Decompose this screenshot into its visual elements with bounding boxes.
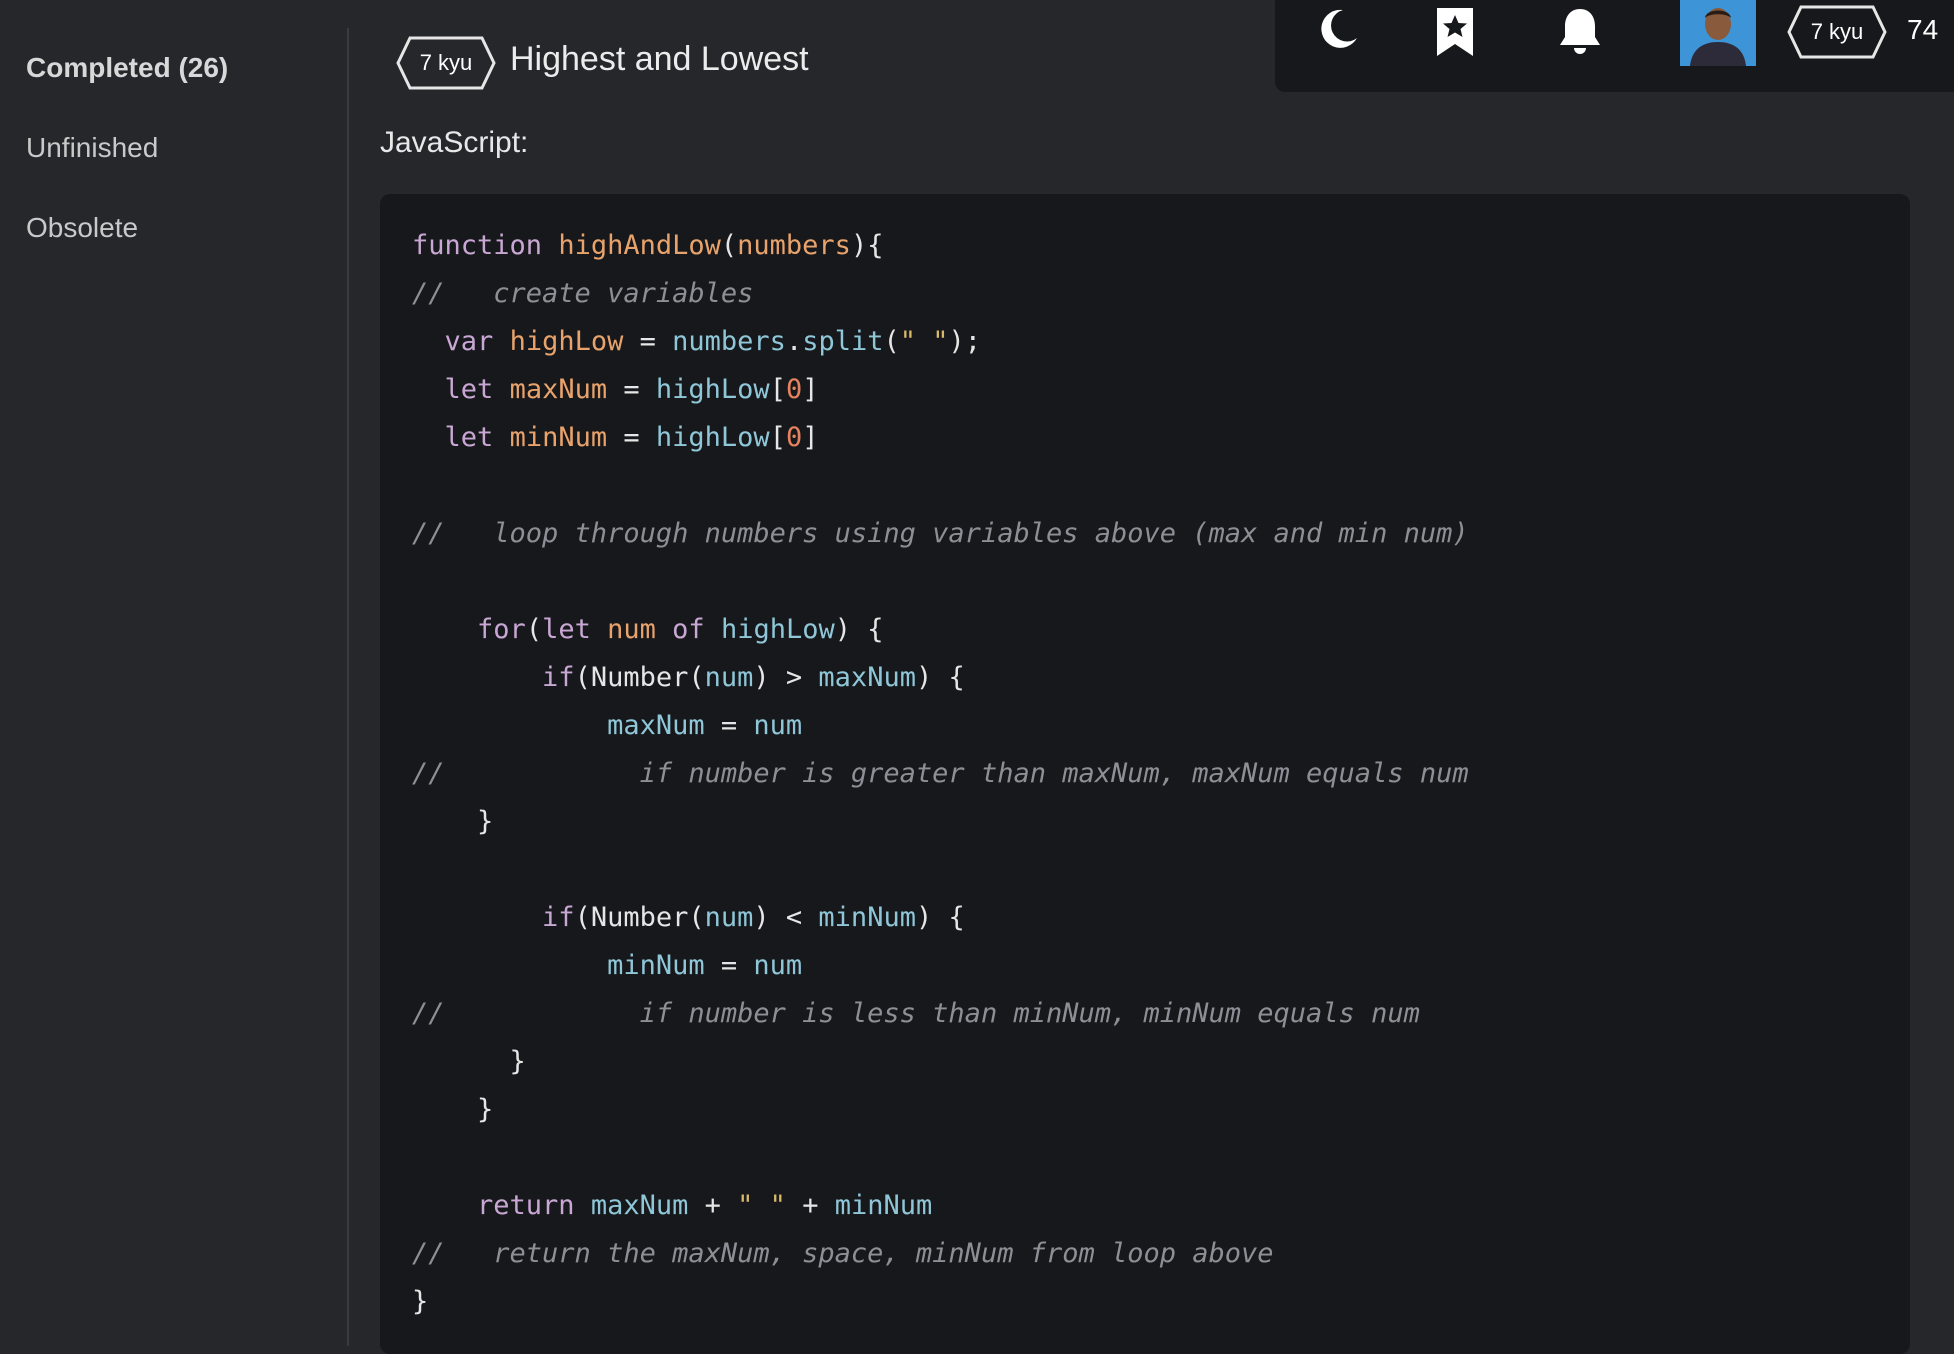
code-line: let maxNum = highLow[0] bbox=[444, 374, 819, 405]
sidebar-item-obsolete[interactable]: Obsolete bbox=[26, 212, 138, 244]
code-line: if(Number(num) < minNum) { bbox=[542, 902, 965, 933]
code-line: let minNum = highLow[0] bbox=[444, 422, 819, 453]
kata-rank-badge: 7 kyu bbox=[396, 36, 496, 90]
code-line: minNum = num bbox=[607, 950, 803, 981]
moon-icon[interactable] bbox=[1315, 6, 1361, 57]
bookmark-star-icon[interactable] bbox=[1435, 6, 1475, 63]
sidebar-item-unfinished[interactable]: Unfinished bbox=[26, 132, 158, 164]
code-line: // if number is greater than maxNum, max… bbox=[412, 758, 1469, 789]
code-block: function highAndLow(numbers){ // create v… bbox=[380, 194, 1910, 1354]
code-line: // create variables bbox=[412, 278, 754, 309]
top-nav-bar: 7 kyu 74 bbox=[1275, 0, 1954, 92]
code-line: if(Number(num) > maxNum) { bbox=[542, 662, 965, 693]
kata-rank-label: 7 kyu bbox=[419, 50, 473, 75]
code-content: function highAndLow(numbers){ // create v… bbox=[412, 222, 1469, 1326]
code-line: return maxNum + " " + minNum bbox=[477, 1190, 933, 1221]
code-line: for(let num of highLow) { bbox=[477, 614, 884, 645]
kata-title[interactable]: Highest and Lowest bbox=[510, 40, 809, 79]
language-label: JavaScript: bbox=[380, 126, 529, 159]
code-line: } bbox=[412, 1046, 526, 1077]
code-line: // loop through numbers using variables … bbox=[412, 518, 1469, 549]
sidebar: Completed (26) Unfinished Obsolete bbox=[0, 28, 349, 1346]
code-line: var highLow = numbers.split(" "); bbox=[444, 326, 982, 357]
code-line: // if number is less than minNum, minNum… bbox=[412, 998, 1420, 1029]
sidebar-item-completed[interactable]: Completed (26) bbox=[26, 52, 228, 84]
avatar[interactable] bbox=[1680, 0, 1756, 66]
code-line: maxNum = num bbox=[607, 710, 803, 741]
code-line: } bbox=[412, 1094, 494, 1125]
user-rank-label: 7 kyu bbox=[1810, 19, 1864, 44]
user-rank-badge[interactable]: 7 kyu bbox=[1787, 5, 1887, 59]
code-line: } bbox=[412, 1286, 429, 1317]
honor-score[interactable]: 74 bbox=[1907, 14, 1938, 46]
code-line: } bbox=[412, 806, 494, 837]
code-line: // return the maxNum, space, minNum from… bbox=[412, 1238, 1274, 1269]
code-line: function highAndLow(numbers){ bbox=[412, 230, 884, 261]
bell-icon[interactable] bbox=[1557, 6, 1603, 63]
